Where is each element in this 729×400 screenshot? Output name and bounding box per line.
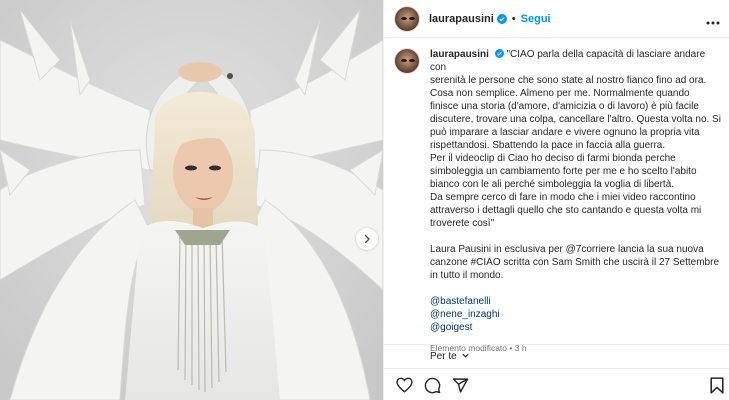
- caption-line: Da sempre cerco di fare in modo che i mi…: [430, 192, 696, 203]
- post-header: laurapausini • Segui: [384, 0, 729, 38]
- caption-line: Cosa non semplice. Almeno per me. Normal…: [430, 88, 690, 99]
- post-actions-bar: [384, 368, 729, 400]
- username-link[interactable]: laurapausini: [429, 13, 494, 25]
- mention-link[interactable]: @nene_inzaghi: [430, 308, 722, 321]
- follow-button[interactable]: Segui: [521, 13, 551, 25]
- caption-line: troverete così": [430, 218, 495, 229]
- comment-icon[interactable]: [424, 377, 441, 399]
- caption-area: laurapausini "CIAO parla della capacità …: [394, 48, 724, 355]
- carousel-next-button[interactable]: [356, 228, 378, 250]
- caption-line: in tutto il mondo.: [430, 270, 504, 281]
- caption-line: Laura Pausini in esclusiva per @7corrier…: [430, 244, 704, 255]
- verified-badge-icon: [496, 13, 507, 24]
- send-icon[interactable]: [452, 377, 469, 399]
- verified-badge-icon: [494, 49, 504, 58]
- chevron-down-icon: [461, 351, 470, 363]
- caption-text: laurapausini "CIAO parla della capacità …: [430, 48, 722, 355]
- caption-line: serenità le persone che sono state al no…: [430, 75, 707, 86]
- avatar[interactable]: [394, 5, 420, 32]
- caption-line: Per il videoclip di Ciao ho deciso di fa…: [430, 153, 676, 164]
- mention-link[interactable]: @bastefanelli: [430, 295, 722, 308]
- caption-avatar[interactable]: [394, 48, 420, 74]
- mention-link[interactable]: @goigest: [430, 321, 722, 334]
- heart-icon[interactable]: [396, 377, 413, 398]
- caption-line: discutere, trovare una colpa, cancellare…: [430, 114, 721, 125]
- caption-username[interactable]: laurapausini: [430, 49, 489, 60]
- caption-line: simboleggia un cambiamento forte per me …: [430, 166, 697, 177]
- caption-first-line: laurapausini "CIAO parla della capacità …: [430, 48, 722, 74]
- caption-line: canzone #CIAO scritta con Sam Smith che …: [430, 257, 720, 268]
- chevron-right-icon: [364, 234, 370, 244]
- bookmark-icon[interactable]: [710, 377, 724, 399]
- caption-line: può imparare a lasciar andare e vivere o…: [430, 127, 700, 138]
- post-details-panel: laurapausini • Segui laurapausini "CIAO …: [383, 0, 729, 400]
- caption-line: rispettandosi. Sbattendo la pace in facc…: [430, 140, 666, 151]
- caption-line: bianco con le ali perché simboleggia la …: [430, 179, 675, 190]
- separator-dot: •: [511, 12, 516, 25]
- per-te-label: Per te: [430, 351, 457, 362]
- woman-portrait-image: [0, 0, 383, 400]
- post-image[interactable]: [0, 0, 383, 400]
- per-te-dropdown[interactable]: Per te: [384, 344, 729, 368]
- more-horizontal-icon[interactable]: [706, 12, 720, 30]
- caption-line: attraverso i dettagli quello che sto can…: [430, 205, 702, 216]
- caption-line: finisce una storia (d'amore, d'amicizia …: [430, 101, 699, 112]
